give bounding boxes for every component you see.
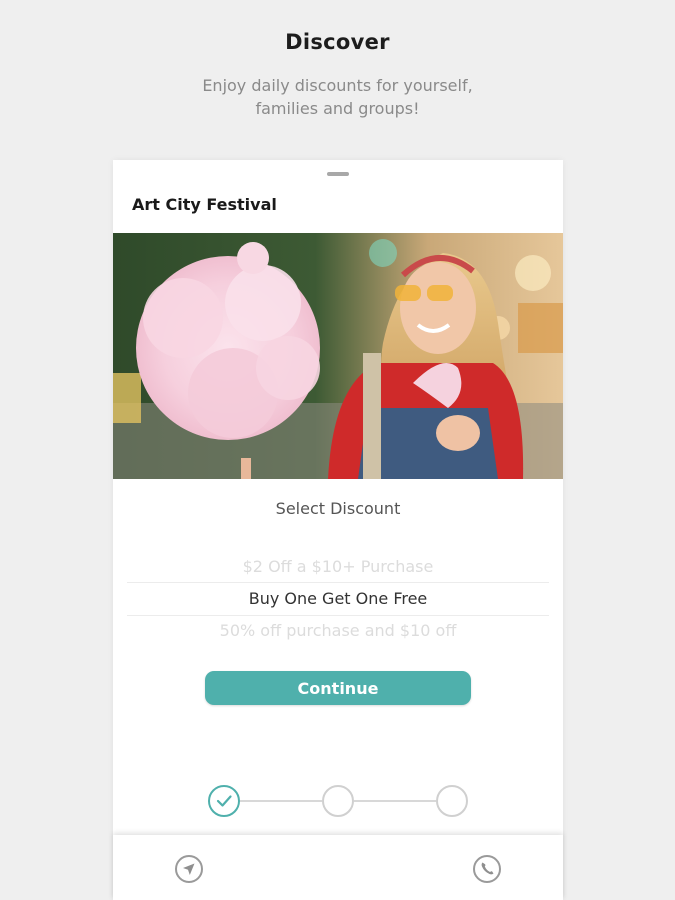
page-title: Discover	[285, 30, 390, 54]
bottom-action-bar	[113, 835, 563, 900]
continue-button[interactable]: Continue	[205, 671, 471, 705]
event-photo	[113, 233, 563, 479]
discount-options-list: $2 Off a $10+ Purchase Buy One Get One F…	[127, 552, 549, 646]
step-1-completed	[208, 785, 240, 817]
discount-card: Art City Festival Select Discount $2 Off…	[113, 160, 563, 900]
progress-stepper	[208, 784, 468, 818]
discount-option[interactable]: $2 Off a $10+ Purchase	[127, 552, 549, 582]
drag-handle[interactable]	[327, 172, 349, 176]
location-arrow-icon[interactable]	[173, 853, 205, 885]
check-icon	[216, 795, 232, 807]
discount-option[interactable]: 50% off purchase and $10 off	[127, 616, 549, 646]
step-3	[436, 785, 468, 817]
phone-icon[interactable]	[471, 853, 503, 885]
page-subtitle: Enjoy daily discounts for yourself, fami…	[202, 76, 473, 118]
event-title: Art City Festival	[132, 195, 277, 214]
step-connector	[240, 800, 322, 802]
step-connector	[354, 800, 436, 802]
discount-option-selected[interactable]: Buy One Get One Free	[127, 582, 549, 616]
step-2	[322, 785, 354, 817]
select-discount-heading: Select Discount	[275, 499, 401, 518]
